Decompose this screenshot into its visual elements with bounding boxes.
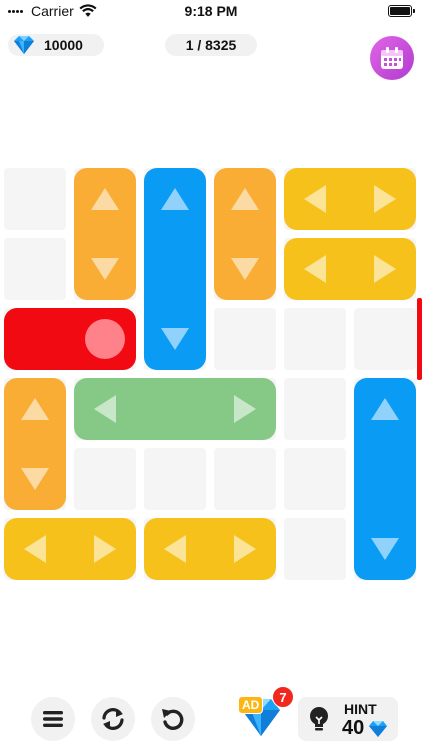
diamond-icon xyxy=(369,721,387,737)
orange-vertical-block[interactable] xyxy=(4,378,66,510)
shuffle-button[interactable] xyxy=(91,697,135,741)
status-time: 9:18 PM xyxy=(184,3,238,19)
gem-balance[interactable]: 10000 xyxy=(8,34,104,56)
ad-label: AD xyxy=(238,696,264,714)
lightbulb-icon xyxy=(310,707,328,731)
orange-vertical-block[interactable] xyxy=(74,168,136,300)
arrow-up-icon xyxy=(21,398,49,420)
shuffle-icon xyxy=(102,708,124,730)
arrow-up-icon xyxy=(231,188,259,210)
target-dot xyxy=(85,319,125,359)
arrow-left-icon xyxy=(94,395,116,423)
yellow-horizontal-block[interactable] xyxy=(284,168,416,230)
blue-vertical-block[interactable] xyxy=(354,378,416,580)
arrow-left-icon xyxy=(24,535,46,563)
board-cell xyxy=(4,238,66,300)
board-cell xyxy=(284,448,346,510)
arrow-down-icon xyxy=(161,328,189,350)
daily-calendar-button[interactable] xyxy=(370,36,414,80)
calendar-icon xyxy=(381,47,403,69)
yellow-horizontal-block[interactable] xyxy=(284,238,416,300)
arrow-right-icon xyxy=(374,255,396,283)
board-cell xyxy=(284,518,346,580)
target-block[interactable] xyxy=(4,308,136,370)
board-cell xyxy=(284,378,346,440)
board-cell xyxy=(144,448,206,510)
battery-icon xyxy=(388,5,415,17)
hint-cost: 40 xyxy=(342,717,365,739)
gem-count: 10000 xyxy=(44,37,83,53)
board-cell xyxy=(354,308,416,370)
menu-icon xyxy=(43,711,63,727)
hint-button[interactable]: HINT 40 xyxy=(298,697,398,741)
arrow-down-icon xyxy=(91,258,119,280)
ad-count-badge: 7 xyxy=(272,686,294,708)
diamond-icon xyxy=(14,36,34,54)
orange-vertical-block[interactable] xyxy=(214,168,276,300)
menu-button[interactable] xyxy=(31,697,75,741)
board-cell xyxy=(4,168,66,230)
board-cell xyxy=(214,308,276,370)
green-horizontal-block[interactable] xyxy=(74,378,276,440)
arrow-up-icon xyxy=(161,188,189,210)
undo-icon xyxy=(162,709,184,730)
status-bar: Carrier 9:18 PM xyxy=(0,0,422,22)
arrow-up-icon xyxy=(91,188,119,210)
arrow-right-icon xyxy=(94,535,116,563)
yellow-horizontal-block[interactable] xyxy=(144,518,276,580)
arrow-left-icon xyxy=(164,535,186,563)
arrow-down-icon xyxy=(371,538,399,560)
arrow-right-icon xyxy=(234,395,256,423)
blue-vertical-block[interactable] xyxy=(144,168,206,370)
puzzle-board xyxy=(0,164,422,584)
level-indicator: 1 / 8325 xyxy=(165,34,257,56)
arrow-up-icon xyxy=(371,398,399,420)
undo-button[interactable] xyxy=(151,697,195,741)
arrow-down-icon xyxy=(231,258,259,280)
board-cell xyxy=(214,448,276,510)
arrow-down-icon xyxy=(21,468,49,490)
arrow-left-icon xyxy=(304,185,326,213)
hint-label: HINT xyxy=(344,701,377,717)
yellow-horizontal-block[interactable] xyxy=(4,518,136,580)
board-cell xyxy=(74,448,136,510)
arrow-right-icon xyxy=(234,535,256,563)
board-cell xyxy=(284,308,346,370)
exit-marker xyxy=(417,298,422,380)
arrow-left-icon xyxy=(304,255,326,283)
arrow-right-icon xyxy=(374,185,396,213)
